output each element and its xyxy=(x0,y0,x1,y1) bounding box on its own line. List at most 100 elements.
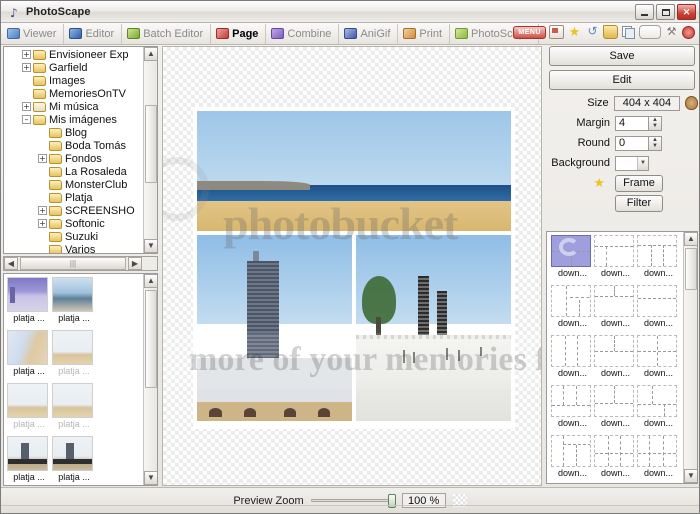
scroll-right-icon[interactable]: ▶ xyxy=(128,257,142,270)
thumbnail-image[interactable] xyxy=(7,383,48,418)
tree-item[interactable]: + Softonic xyxy=(4,217,154,230)
scroll-thumb[interactable] xyxy=(145,105,157,183)
save-button[interactable]: Save xyxy=(549,46,695,66)
tree-item[interactable]: + Fondos xyxy=(4,152,154,165)
template-item[interactable]: down... xyxy=(551,235,594,284)
template-preview[interactable] xyxy=(551,235,591,267)
template-preview[interactable] xyxy=(551,285,591,317)
scroll-thumb[interactable] xyxy=(685,248,697,290)
margin-stepper[interactable]: ▲ ▼ xyxy=(649,115,662,131)
template-item[interactable]: down... xyxy=(637,285,680,334)
thumbnail-image[interactable] xyxy=(7,277,48,312)
scroll-down-icon[interactable]: ▼ xyxy=(144,239,157,253)
template-item[interactable]: down... xyxy=(551,335,594,384)
scroll-down-icon[interactable]: ▼ xyxy=(144,471,157,485)
template-preview[interactable] xyxy=(637,385,677,417)
tree-item[interactable]: – Mis imágenes xyxy=(4,113,154,126)
thumbnail-image[interactable] xyxy=(52,436,93,471)
thumbnail-item[interactable]: platja ... xyxy=(52,383,96,435)
tree-item[interactable]: Suzuki xyxy=(4,230,154,243)
tab-viewer[interactable]: Viewer xyxy=(1,23,65,44)
template-vertical-scrollbar[interactable]: ▲ ▼ xyxy=(683,232,697,483)
template-item[interactable]: down... xyxy=(594,335,637,384)
template-preview[interactable] xyxy=(551,385,591,417)
template-item[interactable]: down... xyxy=(594,385,637,434)
expand-icon[interactable]: + xyxy=(38,206,47,215)
folder-tree[interactable]: + Envisioneer Exp + Garfield Images MemoriesO… xyxy=(3,46,158,254)
star-icon[interactable]: ★ xyxy=(548,175,610,191)
minimize-button[interactable] xyxy=(635,4,654,20)
template-preview[interactable] xyxy=(551,335,591,367)
template-item[interactable]: down... xyxy=(551,435,594,483)
template-item[interactable]: down... xyxy=(551,385,594,434)
scroll-up-icon[interactable]: ▲ xyxy=(144,47,157,61)
tab-page[interactable]: Page xyxy=(211,23,267,44)
expand-icon[interactable]: + xyxy=(38,154,47,163)
menu-button[interactable]: MENU xyxy=(513,25,546,39)
thumbnail-image[interactable] xyxy=(52,330,93,365)
thumbnail-image[interactable] xyxy=(52,383,93,418)
frame-button[interactable]: Frame xyxy=(615,174,663,192)
collapse-icon[interactable]: – xyxy=(22,115,31,124)
scroll-left-icon[interactable]: ◀ xyxy=(4,257,18,270)
thumbnail-item[interactable]: platja ... xyxy=(52,436,96,485)
template-preview[interactable] xyxy=(594,385,634,417)
tree-item[interactable]: La Rosaleda xyxy=(4,165,154,178)
template-item[interactable]: down... xyxy=(594,285,637,334)
collage[interactable] xyxy=(193,107,515,429)
scroll-thumb-h[interactable]: ||| xyxy=(20,257,126,270)
expand-icon[interactable]: + xyxy=(38,219,47,228)
template-item[interactable]: down... xyxy=(551,285,594,334)
thumbnail-image[interactable] xyxy=(7,330,48,365)
scroll-down-icon[interactable]: ▼ xyxy=(684,469,697,483)
round-stepper[interactable]: ▲ ▼ xyxy=(649,135,662,151)
tab-editor[interactable]: Editor xyxy=(64,23,123,44)
tab-print[interactable]: Print xyxy=(398,23,451,44)
scroll-up-icon[interactable]: ▲ xyxy=(144,274,157,288)
template-preview[interactable] xyxy=(594,335,634,367)
expand-icon[interactable]: + xyxy=(22,50,31,59)
background-color-select[interactable]: ▼ xyxy=(615,155,649,171)
template-list[interactable]: down... down... down... down... down... down.… xyxy=(546,231,698,484)
photo-frame-icon[interactable] xyxy=(549,25,564,39)
template-item[interactable]: down... xyxy=(594,235,637,284)
margin-input[interactable]: 4 xyxy=(615,115,649,131)
tree-item[interactable]: Blog xyxy=(4,126,154,139)
tree-item[interactable]: Boda Tomás xyxy=(4,139,154,152)
tab-batch-editor[interactable]: Batch Editor xyxy=(122,23,212,44)
template-item[interactable]: down... xyxy=(594,435,637,483)
template-item[interactable]: down... xyxy=(637,235,680,284)
scroll-thumb[interactable] xyxy=(145,290,157,388)
thumbnail-item[interactable]: platja ... xyxy=(7,330,51,382)
thumbnail-item[interactable]: platja ... xyxy=(52,277,96,329)
template-item[interactable]: down... xyxy=(637,385,680,434)
tree-horizontal-scrollbar[interactable]: ◀ ||| ▶ xyxy=(3,256,158,271)
expand-icon[interactable]: + xyxy=(22,63,31,72)
copy-icon[interactable] xyxy=(621,25,636,39)
filter-button[interactable]: Filter xyxy=(615,194,663,212)
cookie-icon[interactable] xyxy=(685,96,698,110)
thumbnail-item[interactable]: platja ... xyxy=(7,383,51,435)
tree-vertical-scrollbar[interactable]: ▲ ▼ xyxy=(143,47,157,253)
tree-item[interactable]: Varios xyxy=(4,243,154,253)
maximize-button[interactable] xyxy=(656,4,675,20)
thumbnail-image[interactable] xyxy=(52,277,93,312)
template-preview[interactable] xyxy=(637,335,677,367)
scroll-up-icon[interactable]: ▲ xyxy=(684,232,697,246)
tree-item[interactable]: + Mi música xyxy=(4,100,154,113)
template-preview[interactable] xyxy=(551,435,591,467)
tab-combine[interactable]: Combine xyxy=(266,23,340,44)
thumbnail-list[interactable]: platja ... platja ... platja ... platja ...… xyxy=(3,273,158,486)
template-preview[interactable] xyxy=(637,235,677,267)
blank-icon[interactable] xyxy=(639,25,661,39)
thumbnail-item[interactable]: platja ... xyxy=(7,277,51,329)
template-preview[interactable] xyxy=(594,235,634,267)
preview-zoom-slider[interactable] xyxy=(310,494,396,508)
tree-item[interactable]: + SCREENSHO xyxy=(4,204,154,217)
power-icon[interactable] xyxy=(682,25,695,39)
refresh-icon[interactable]: ↺ xyxy=(585,25,600,39)
thumbs-vertical-scrollbar[interactable]: ▲ ▼ xyxy=(143,274,157,485)
template-preview[interactable] xyxy=(594,285,634,317)
tree-item[interactable]: Images xyxy=(4,74,154,87)
tree-item[interactable]: + Envisioneer Exp xyxy=(4,48,154,61)
